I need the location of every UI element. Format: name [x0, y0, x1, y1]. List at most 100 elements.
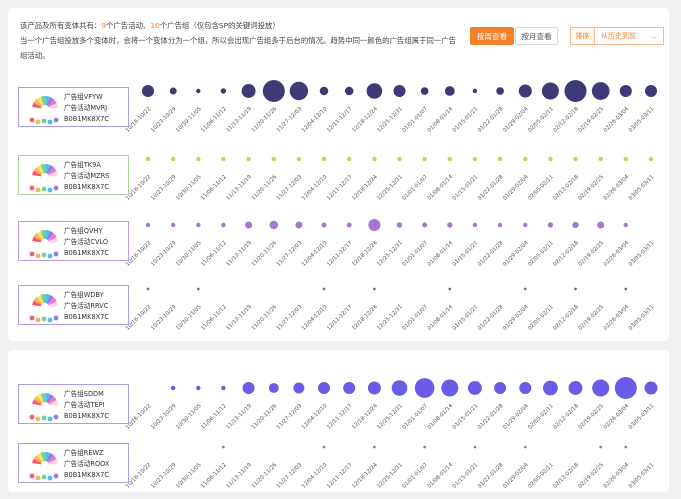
trend-bubble[interactable]	[222, 445, 225, 449]
trend-bubble[interactable]	[321, 222, 327, 228]
trend-bubble[interactable]	[271, 156, 276, 162]
ad-group-card[interactable]: 广告组SDDM 广告活动TEPI B0B1MK8X7C	[18, 384, 129, 424]
trend-bubble[interactable]	[564, 80, 587, 102]
trend-bubble[interactable]	[346, 222, 352, 228]
trend-bubble[interactable]	[447, 222, 453, 228]
trend-bubble[interactable]	[196, 385, 201, 391]
trend-bubble[interactable]	[597, 221, 605, 229]
trend-bubble[interactable]	[574, 287, 577, 291]
trend-bubble[interactable]	[473, 445, 477, 449]
trend-bubble[interactable]	[317, 381, 331, 395]
trend-bubble[interactable]	[497, 156, 503, 162]
trend-bubble[interactable]	[623, 156, 628, 162]
trend-bubble[interactable]	[321, 156, 327, 162]
trend-bubble[interactable]	[262, 80, 285, 102]
ad-group-card[interactable]: 广告组REWZ 广告活动ROOX B0B1MK8X7C	[18, 443, 129, 483]
trend-bubble[interactable]	[541, 82, 559, 100]
trend-bubble[interactable]	[221, 385, 226, 391]
trend-bubble[interactable]	[343, 381, 356, 395]
trend-bubble[interactable]	[196, 156, 201, 162]
trend-bubble[interactable]	[467, 381, 482, 395]
trend-bubble[interactable]	[599, 445, 603, 449]
trend-bubble[interactable]	[472, 88, 478, 94]
trend-bubble[interactable]	[146, 287, 150, 291]
trend-bubble[interactable]	[367, 381, 381, 395]
trend-bubble[interactable]	[494, 381, 507, 395]
ad-group-card[interactable]: 广告组VFYW 广告活动MVRJ B0B1MK8X7C	[18, 87, 129, 127]
trend-bubble[interactable]	[245, 221, 253, 229]
trend-bubble[interactable]	[241, 84, 256, 98]
trend-bubble[interactable]	[497, 222, 503, 228]
ad-group-card[interactable]: 广告组TK9A 广告活动MZRS B0B1MK8X7C	[18, 155, 129, 195]
trend-bubble[interactable]	[623, 222, 628, 228]
trend-bubble[interactable]	[648, 156, 654, 162]
trend-bubble[interactable]	[196, 88, 201, 94]
trend-bubble[interactable]	[624, 445, 628, 449]
trend-bubble[interactable]	[619, 84, 632, 98]
trend-bubble[interactable]	[373, 445, 376, 449]
trend-bubble[interactable]	[573, 156, 578, 162]
trend-bubble[interactable]	[523, 222, 528, 228]
trend-bubble[interactable]	[518, 84, 532, 98]
trend-bubble[interactable]	[296, 156, 302, 162]
trend-bubble[interactable]	[171, 222, 176, 228]
trend-bubble[interactable]	[171, 385, 176, 391]
trend-bubble[interactable]	[393, 84, 406, 98]
trend-bubble[interactable]	[547, 222, 554, 228]
trend-bubble[interactable]	[366, 83, 383, 99]
trend-bubble[interactable]	[145, 222, 151, 228]
trend-bubble[interactable]	[572, 221, 579, 229]
trend-bubble[interactable]	[372, 156, 377, 162]
trend-bubble[interactable]	[344, 86, 354, 96]
trend-bubble[interactable]	[422, 156, 427, 162]
trend-bubble[interactable]	[145, 156, 151, 162]
trend-bubble[interactable]	[624, 287, 628, 291]
trend-bubble[interactable]	[423, 445, 426, 449]
trend-bubble[interactable]	[242, 381, 255, 395]
trend-bubble[interactable]	[644, 381, 658, 395]
ad-group-card[interactable]: 广告组WDBY 广告活动RRVC B0B1MK8X7C	[18, 285, 129, 325]
trend-bubble[interactable]	[391, 380, 408, 396]
trend-bubble[interactable]	[322, 287, 326, 291]
trend-bubble[interactable]	[568, 381, 583, 395]
trend-bubble[interactable]	[196, 222, 201, 228]
trend-bubble[interactable]	[444, 86, 455, 96]
trend-bubble[interactable]	[523, 287, 527, 291]
trend-bubble[interactable]	[171, 156, 176, 162]
trend-bubble[interactable]	[414, 378, 435, 398]
trend-bubble[interactable]	[295, 221, 303, 229]
trend-bubble[interactable]	[598, 156, 603, 162]
trend-bubble[interactable]	[196, 287, 200, 291]
trend-bubble[interactable]	[496, 87, 504, 95]
trend-bubble[interactable]	[472, 156, 478, 162]
trend-bubble[interactable]	[614, 377, 637, 399]
trend-bubble[interactable]	[591, 82, 610, 100]
trend-bubble[interactable]	[289, 81, 309, 101]
trend-bubble[interactable]	[269, 220, 279, 230]
trend-bubble[interactable]	[268, 383, 279, 393]
trend-bubble[interactable]	[448, 287, 452, 291]
trend-bubble[interactable]	[293, 382, 305, 394]
trend-bubble[interactable]	[422, 222, 428, 228]
trend-bubble[interactable]	[644, 84, 658, 98]
trend-bubble[interactable]	[447, 156, 452, 162]
trend-bubble[interactable]	[347, 156, 352, 162]
trend-bubble[interactable]	[543, 380, 558, 396]
trend-bubble[interactable]	[397, 156, 402, 162]
trend-bubble[interactable]	[523, 156, 528, 162]
trend-bubble[interactable]	[169, 87, 177, 95]
trend-bubble[interactable]	[523, 445, 527, 449]
trend-bubble[interactable]	[373, 287, 376, 291]
trend-bubble[interactable]	[322, 445, 326, 449]
trend-bubble[interactable]	[246, 156, 251, 162]
trend-bubble[interactable]	[220, 88, 227, 94]
ad-group-card[interactable]: 广告组QVHY 广告活动CVLO B0B1MK8X7C	[18, 221, 129, 261]
trend-bubble[interactable]	[221, 222, 226, 228]
trend-bubble[interactable]	[368, 218, 381, 232]
trend-bubble[interactable]	[472, 222, 478, 228]
trend-bubble[interactable]	[396, 222, 403, 228]
trend-bubble[interactable]	[548, 156, 553, 162]
trend-bubble[interactable]	[221, 156, 226, 162]
trend-bubble[interactable]	[420, 87, 429, 95]
trend-bubble[interactable]	[141, 84, 155, 98]
